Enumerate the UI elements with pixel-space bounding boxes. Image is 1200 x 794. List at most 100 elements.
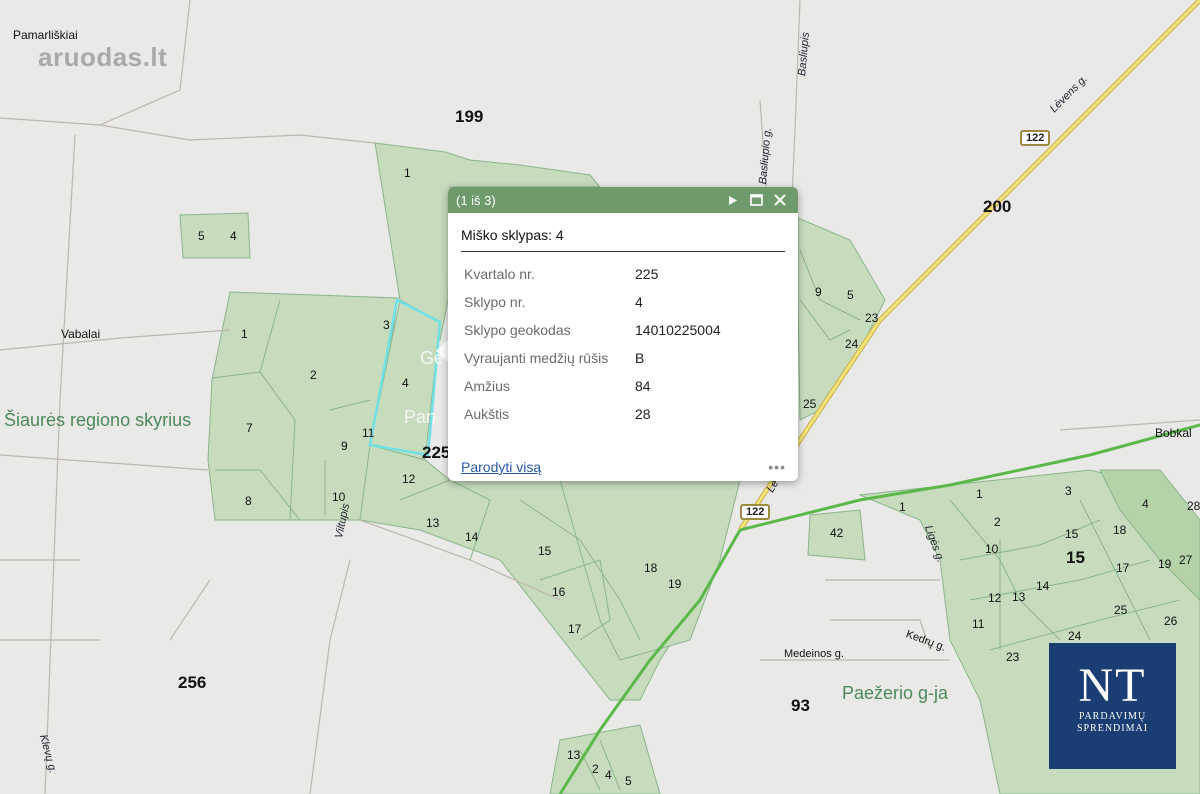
- parcel-number: 2: [310, 368, 317, 382]
- parcel-number: 8: [245, 494, 252, 508]
- logo-line: SPRENDIMAI: [1076, 723, 1149, 734]
- attribute-label: Sklypo geokodas: [464, 322, 571, 338]
- parcel-number: 4: [230, 229, 237, 243]
- parcel-number: 26: [1164, 614, 1178, 628]
- parcel-number: 19: [668, 577, 682, 591]
- parcel-number: 17: [1116, 561, 1130, 575]
- table-row: Sklypo nr. 4: [460, 288, 725, 316]
- parcel-number: 4: [402, 376, 409, 390]
- parcel-number: 9: [341, 439, 348, 453]
- place-label: Vabalai: [61, 327, 101, 341]
- parcel-number: 11: [362, 426, 375, 440]
- road-shield: 122: [1020, 130, 1051, 146]
- parcel-number: 13: [426, 516, 440, 530]
- parcel-number: 1: [899, 500, 906, 514]
- parcel-number: 42: [830, 526, 844, 540]
- attribute-label: Aukštis: [464, 406, 510, 422]
- parcel-number: 10: [985, 542, 999, 556]
- area-label: Paežerio g-ja: [842, 683, 949, 703]
- parcel-number: 15: [538, 544, 552, 558]
- parcel-number: 25: [803, 397, 817, 411]
- attribute-value: 84: [635, 378, 651, 394]
- parcel-number: 24: [845, 337, 859, 351]
- attribute-value: 14010225004: [635, 322, 721, 338]
- parcel-number: 5: [847, 288, 854, 302]
- nt-logo: NT PARDAVIMŲ SPRENDIMAI: [1049, 643, 1176, 769]
- area-label: Pan: [404, 407, 437, 427]
- popup-pointer: [436, 340, 448, 362]
- attribute-value: B: [635, 350, 645, 366]
- attribute-value: 28: [635, 406, 651, 422]
- table-row: Kvartalo nr. 225: [460, 260, 725, 288]
- popup-title: Miško sklypas: 4: [461, 227, 785, 252]
- aruodas-watermark: aruodas.lt: [38, 42, 168, 72]
- table-row: Aukštis 28: [460, 400, 725, 428]
- attribute-label: Amžius: [464, 378, 510, 394]
- parcel-number: 14: [1036, 579, 1050, 593]
- close-icon[interactable]: [770, 190, 790, 210]
- block-number: 225: [422, 443, 451, 462]
- parcel-number: 3: [1065, 484, 1072, 498]
- parcel-number: 13: [1012, 590, 1026, 604]
- place-label: Pamarliškiai: [13, 28, 78, 42]
- parcel-number: 3: [383, 318, 390, 332]
- parcel-number: 12: [402, 472, 416, 486]
- area-label: Šiaurės regiono skyrius: [4, 410, 192, 430]
- block-number: 199: [455, 107, 484, 126]
- attribute-label: Vyraujanti medžių rūšis: [464, 350, 609, 366]
- parcel-number: 7: [246, 421, 253, 435]
- parcel-number: 4: [605, 768, 612, 782]
- attribute-value: 225: [635, 266, 659, 282]
- street-label: Medeinos g.: [784, 648, 844, 660]
- attribute-value: 4: [635, 294, 643, 310]
- block-number: 93: [791, 696, 810, 715]
- parcel-number: 5: [625, 774, 632, 788]
- attribute-table: Kvartalo nr. 225 Sklypo nr. 4 Sklypo geoko…: [460, 260, 725, 428]
- show-all-link[interactable]: Parodyti visą: [461, 459, 541, 475]
- popup-counter: (1 iš 3): [456, 192, 496, 208]
- parcel-number: 10: [332, 490, 346, 504]
- parcel-number: 2: [592, 762, 599, 776]
- table-row: Vyraujanti medžių rūšis B: [460, 344, 725, 372]
- attribute-label: Kvartalo nr.: [464, 266, 535, 282]
- parcel-number: 11: [972, 617, 985, 631]
- maximize-icon[interactable]: [746, 190, 766, 210]
- parcel-number: 4: [1142, 497, 1149, 511]
- parcel-number: 18: [644, 561, 658, 575]
- popup-header: (1 iš 3): [448, 187, 798, 213]
- table-row: Amžius 84: [460, 372, 725, 400]
- place-label: Bobkal: [1155, 426, 1192, 440]
- play-icon[interactable]: [722, 190, 742, 210]
- parcel-number: 23: [865, 311, 879, 325]
- parcel-number: 1: [241, 327, 248, 341]
- block-number: 200: [983, 197, 1012, 216]
- parcel-number: 12: [988, 591, 1002, 605]
- popup-footer: Parodyti visą •••: [461, 459, 786, 475]
- parcel-number: 2: [994, 515, 1001, 529]
- road-shield: 122: [740, 504, 771, 520]
- parcel-number: 18: [1113, 523, 1127, 537]
- parcel-number: 1: [404, 166, 411, 180]
- parcel-number: 25: [1114, 603, 1128, 617]
- block-number: 15: [1066, 548, 1085, 567]
- parcel-number: 28: [1187, 499, 1200, 513]
- parcel-number: 24: [1068, 629, 1082, 643]
- parcel-number: 9: [815, 285, 822, 299]
- parcel-number: 27: [1179, 553, 1193, 567]
- parcel-number: 14: [465, 530, 479, 544]
- parcel-number: 17: [568, 622, 582, 636]
- parcel-number: 23: [1006, 650, 1020, 664]
- parcel-number: 16: [552, 585, 566, 599]
- parcel-number: 1: [976, 487, 983, 501]
- logo-line: PARDAVIMŲ: [1078, 711, 1147, 722]
- block-number: 256: [178, 673, 207, 692]
- logo-mark: NT: [1078, 659, 1147, 712]
- table-row: Sklypo geokodas 14010225004: [460, 316, 725, 344]
- parcel-number: 15: [1065, 527, 1079, 541]
- parcel-number: 13: [567, 748, 581, 762]
- parcel-number: 5: [198, 229, 205, 243]
- parcel-number: 19: [1158, 557, 1172, 571]
- more-options-icon[interactable]: •••: [768, 459, 786, 475]
- feature-popup: (1 iš 3) Miško sklypas: 4 Kvartalo nr. 22…: [448, 187, 798, 481]
- attribute-label: Sklypo nr.: [464, 294, 526, 310]
